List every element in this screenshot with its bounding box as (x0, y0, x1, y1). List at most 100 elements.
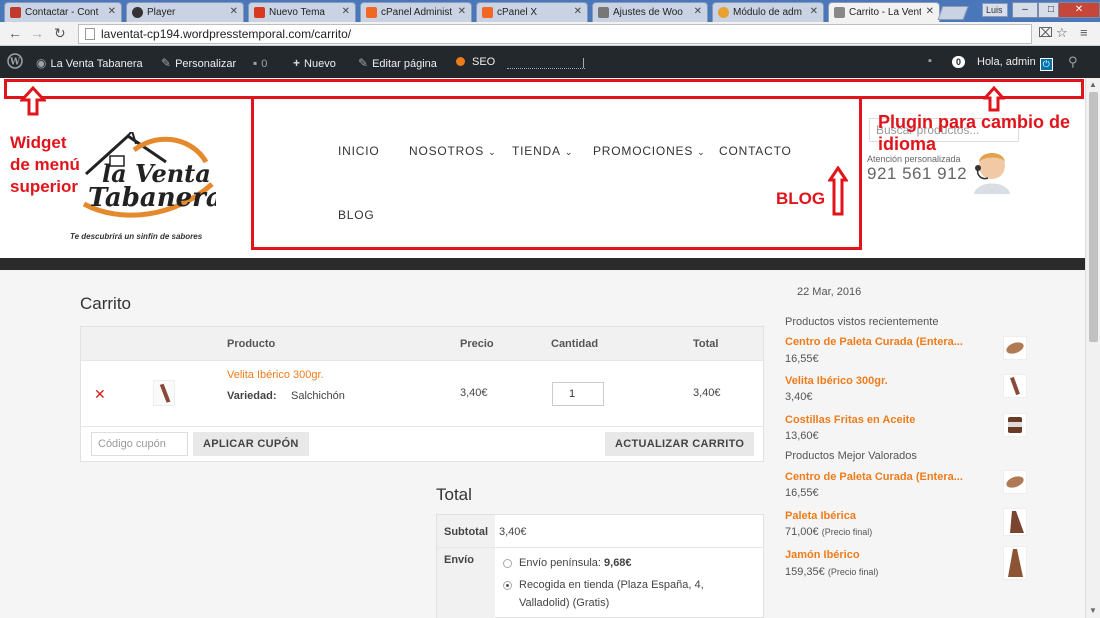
annotation-plugin-label: Plugin para cambio de idioma (878, 112, 1071, 154)
annotation-arrow-up-icon (828, 166, 848, 216)
browser-tab[interactable]: cPanel Administ ✕ (360, 2, 472, 22)
admin-customize-link[interactable]: ✎ Personalizar (161, 56, 236, 70)
shipping-option-peninsula-radio[interactable] (503, 559, 512, 568)
tab-close-icon[interactable]: ✕ (230, 6, 238, 17)
line-total: 3,40€ (693, 387, 721, 399)
bookmark-star-icon[interactable]: ☆ (1056, 25, 1068, 41)
browser-tab[interactable]: Nuevo Tema ✕ (248, 2, 356, 22)
browser-tab[interactable]: Contactar - Cont ✕ (4, 2, 122, 22)
remove-item-icon[interactable]: ✕ (94, 386, 106, 403)
translate-icon[interactable]: ⌧ (1038, 25, 1053, 41)
power-icon: ⏻ (1039, 58, 1053, 71)
reload-icon[interactable]: ↻ (54, 25, 66, 42)
top-product-thumbnail[interactable] (1003, 508, 1027, 536)
seo-status-icon (456, 57, 465, 66)
shipping-option-pickup-radio[interactable] (503, 581, 512, 590)
column-header-quantity: Cantidad (551, 338, 599, 350)
top-product-name[interactable]: Jamón Ibérico (785, 549, 860, 561)
browser-tab[interactable]: Ajustes de Woo ✕ (592, 2, 708, 22)
recent-product-thumbnail[interactable] (1003, 413, 1027, 437)
coupon-code-input[interactable]: Código cupón (91, 432, 188, 456)
shipping-option-peninsula[interactable]: Envío península: 9,68€ (519, 557, 632, 569)
apply-coupon-button[interactable]: APLICAR CUPÓN (193, 432, 309, 456)
minimize-button[interactable]: – (1012, 2, 1038, 18)
forward-icon[interactable]: → (30, 25, 44, 41)
recent-product-price: 16,55€ (785, 353, 819, 365)
browser-tab[interactable]: Módulo de adm ✕ (712, 2, 824, 22)
tab-close-icon[interactable]: ✕ (108, 6, 116, 17)
admin-site-link[interactable]: ◉ La Venta Tabanera (36, 56, 143, 70)
page-scrollbar[interactable]: ▲ ▼ (1085, 78, 1100, 618)
top-product-price-row: 159,35€ (Precio final) (785, 566, 879, 578)
url-text: laventat-cp194.wordpresstemporal.com/car… (101, 27, 352, 41)
product-name-link[interactable]: Velita Ibérico 300gr. (227, 369, 324, 381)
tab-close-icon[interactable]: ✕ (926, 6, 934, 17)
shipping-option-pickup-line1[interactable]: Recogida en tienda (Plaza España, 4, (519, 579, 704, 591)
scrollbar-thumb[interactable] (1089, 92, 1098, 342)
admin-account-link[interactable]: Hola, admin ⏻ (977, 56, 1053, 71)
scroll-down-icon[interactable]: ▼ (1089, 606, 1097, 615)
variation-value: Salchichón (291, 390, 345, 402)
variation-label: Variedad: (227, 390, 277, 402)
column-header-product: Producto (227, 338, 276, 350)
quantity-input[interactable]: 1 (552, 382, 604, 406)
recent-product-thumbnail[interactable] (1003, 374, 1027, 398)
tab-close-icon[interactable]: ✕ (574, 6, 582, 17)
cart-title: Carrito (80, 294, 132, 313)
logo-line2: Tabanera (88, 183, 216, 213)
admin-new-link[interactable]: + Nuevo (293, 56, 336, 70)
recent-product-name[interactable]: Centro de Paleta Curada (Entera... (785, 336, 963, 348)
top-product-thumbnail[interactable] (1003, 546, 1027, 580)
browser-tab-active[interactable]: Carrito - La Vent ✕ (828, 2, 940, 23)
top-product-name[interactable]: Paleta Ibérica (785, 510, 856, 522)
admin-edit-page-link[interactable]: ✎ Editar página (358, 56, 437, 70)
tab-close-icon[interactable]: ✕ (810, 6, 818, 17)
update-cart-button[interactable]: ACTUALIZAR CARRITO (605, 432, 755, 456)
browser-tab-strip: Contactar - Cont ✕ Player ✕ Nuevo Tema ✕… (0, 0, 1100, 23)
support-phone: 921 561 912 (867, 164, 968, 183)
tab-close-icon[interactable]: ✕ (694, 6, 702, 17)
browser-tab[interactable]: Player ✕ (126, 2, 244, 22)
recent-product-thumbnail[interactable] (1003, 336, 1027, 360)
recent-product-name[interactable]: Costillas Fritas en Aceite (785, 414, 915, 426)
top-product-price: 16,55€ (785, 487, 819, 499)
wp-admin-bar: W ◉ La Venta Tabanera ✎ Personalizar ▪ 0 + N… (0, 46, 1100, 78)
shipping-option-pickup-line2[interactable]: Valladolid) (Gratis) (519, 597, 609, 609)
tab-favicon-icon (718, 7, 729, 18)
admin-comments-link[interactable]: ▪ 0 (253, 56, 267, 70)
menu-icon[interactable]: ≡ (1080, 25, 1088, 40)
scroll-up-icon[interactable]: ▲ (1089, 80, 1097, 89)
top-rated-title: Productos Mejor Valorados (785, 450, 917, 462)
new-tab-button[interactable] (937, 6, 969, 20)
recent-product-name[interactable]: Velita Ibérico 300gr. (785, 375, 888, 387)
tab-favicon-icon (10, 7, 21, 18)
dashboard-icon: ◉ (36, 56, 47, 70)
browser-toolbar: ← → ↻ laventat-cp194.wordpresstemporal.c… (0, 22, 1100, 46)
admin-seo-link[interactable]: SEO (456, 56, 495, 68)
wordpress-logo-icon[interactable]: W (7, 53, 23, 72)
subtotal-value: 3,40€ (499, 526, 527, 538)
notifications-badge[interactable]: 0 (952, 56, 966, 68)
address-bar[interactable]: laventat-cp194.wordpresstemporal.com/car… (78, 24, 1032, 44)
back-icon[interactable]: ← (8, 25, 22, 41)
tab-favicon-icon (366, 7, 377, 18)
tab-close-icon[interactable]: ✕ (342, 6, 350, 17)
seo-score-marker (583, 58, 584, 68)
browser-profile-button[interactable]: Luis (982, 3, 1008, 17)
top-product-price-row: 71,00€ (Precio final) (785, 526, 873, 538)
tab-favicon-icon (834, 7, 845, 18)
notifications-icon[interactable]: ▪ (928, 55, 932, 67)
recent-product-price: 13,60€ (785, 430, 819, 442)
top-product-name[interactable]: Centro de Paleta Curada (Entera... (785, 471, 963, 483)
cart-table-header: Producto Precio Cantidad Total (81, 327, 763, 361)
annotation-menu-box (251, 96, 862, 250)
top-product-thumbnail[interactable] (1003, 470, 1027, 494)
tab-favicon-icon (482, 7, 493, 18)
product-thumbnail[interactable] (153, 380, 175, 406)
tab-close-icon[interactable]: ✕ (458, 6, 466, 17)
close-window-button[interactable]: ✕ (1058, 2, 1100, 18)
search-icon[interactable]: ⚲ (1068, 54, 1078, 70)
subtotal-label: Subtotal (444, 526, 488, 538)
browser-tab[interactable]: cPanel X ✕ (476, 2, 588, 22)
logo-tagline: Te descubrirá un sinfín de sabores (70, 232, 203, 241)
